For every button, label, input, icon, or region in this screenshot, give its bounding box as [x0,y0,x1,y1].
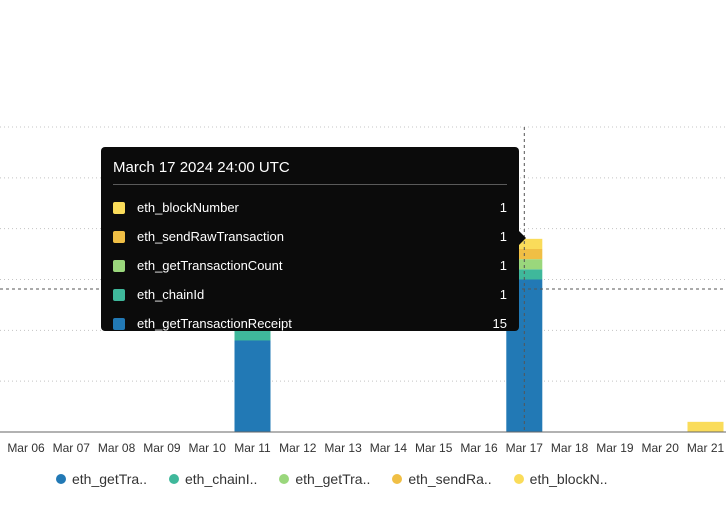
x-tick-label: Mar 09 [143,441,181,455]
tooltip-swatch [113,230,125,243]
legend-label: eth_getTra.. [295,471,371,487]
tooltip-row: eth_blockNumber 1 [113,193,507,222]
tooltip-series-name: eth_chainId [137,287,205,302]
tooltip-series-value: 1 [499,229,507,244]
tooltip-swatch [113,288,125,301]
tooltip-series-value: 1 [499,200,507,215]
tooltip-series-value: 1 [499,258,507,273]
tooltip-series-value: 1 [499,287,507,302]
chart-tooltip: March 17 2024 24:00 UTC eth_blockNumber … [101,147,526,331]
legend-item-eth-blocknumber[interactable]: eth_blockN.. [513,471,608,487]
x-tick-label: Mar 18 [551,441,589,455]
legend-item-eth-chainid[interactable]: eth_chainI.. [168,471,258,487]
x-tick-label: Mar 13 [324,441,362,455]
legend-dot [168,474,179,484]
x-tick-label: Mar 12 [279,441,317,455]
x-tick-label: Mar 06 [7,441,45,455]
tooltip-series-name: eth_sendRawTransaction [137,229,284,244]
legend-dot [279,474,290,484]
x-tick-label: Mar 19 [596,441,634,455]
legend-label: eth_blockN.. [529,471,608,487]
x-tick-label: Mar 21 [687,441,725,455]
legend-label: eth_chainI.. [184,471,258,487]
x-tick-label: Mar 07 [53,441,91,455]
tooltip-swatch [113,317,125,330]
tooltip-series-name: eth_blockNumber [137,200,239,215]
tooltip-divider [113,184,507,185]
x-tick-label: Mar 10 [189,441,227,455]
legend: eth_getTra.. eth_chainI.. eth_getTra.. e… [56,468,607,490]
tooltip-series-name: eth_getTransactionReceipt [137,316,292,331]
tooltip-row: eth_chainId 1 [113,280,507,309]
bar-segment [234,340,271,432]
tooltip-swatch [113,259,125,272]
x-tick-label: Mar 08 [98,441,136,455]
x-tick-label: Mar 15 [415,441,453,455]
x-tick-label: Mar 14 [370,441,408,455]
legend-dot [56,474,66,484]
legend-label: eth_getTra.. [72,471,147,487]
tooltip-swatch [113,201,125,214]
legend-item-eth-gettransactioncount[interactable]: eth_getTra.. [279,471,370,487]
legend-label: eth_sendRa.. [408,471,492,487]
x-tick-label: Mar 16 [460,441,498,455]
legend-item-eth-sendrawtransaction[interactable]: eth_sendRa.. [392,471,492,487]
x-tick-label: Mar 20 [642,441,680,455]
tooltip-row: eth_sendRawTransaction 1 [113,222,507,251]
legend-dot [392,474,403,484]
x-axis: Mar 06 Mar 07 Mar 08 Mar 09 Mar 10 Mar 11 Mar … [0,431,726,455]
x-tick-label: Mar 17 [506,441,544,455]
tooltip-row: eth_getTransactionCount 1 [113,251,507,280]
bar-segment [687,421,724,432]
tooltip-row: eth_getTransactionReceipt 15 [113,309,507,338]
legend-dot [513,474,524,484]
tooltip-title: March 17 2024 24:00 UTC [113,159,290,176]
tooltip-series-value: 15 [492,316,507,331]
x-tick-label: Mar 11 [234,441,271,455]
tooltip-series-name: eth_getTransactionCount [137,258,283,273]
legend-item-eth-gettransactionreceipt[interactable]: eth_getTra.. [56,471,147,487]
